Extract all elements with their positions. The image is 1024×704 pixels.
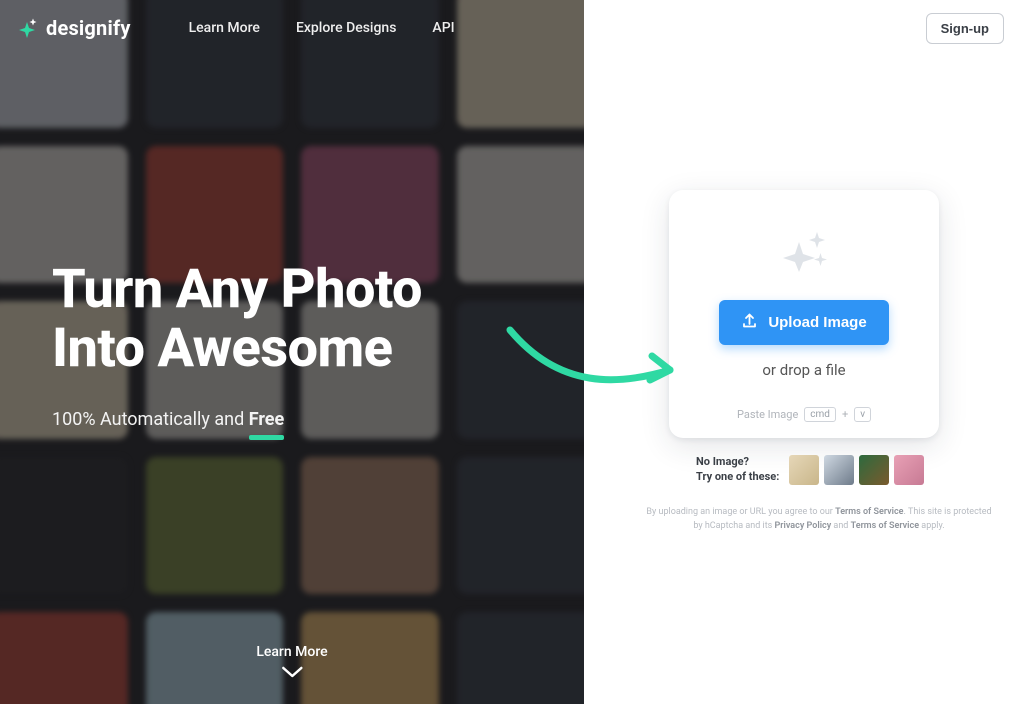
upload-image-button[interactable]: Upload Image [719,300,888,345]
learn-more-label: Learn More [256,644,327,660]
sample-thumb[interactable] [859,455,889,485]
nav-explore-designs[interactable]: Explore Designs [296,20,396,36]
header: designify Learn More Explore Designs API… [0,0,1024,56]
sample-thumb[interactable] [824,455,854,485]
upload-panel: Upload Image or drop a file Paste Image … [584,0,1024,704]
legal-text: By uploading an image or URL you agree t… [646,507,835,517]
sample-line2: Try one of these: [696,470,779,485]
paste-image-hint: Paste Image cmd + v [737,407,871,422]
legal-footer: By uploading an image or URL you agree t… [644,506,994,533]
chevron-down-icon [256,666,327,684]
hero-sub-free: Free [249,409,285,430]
hero-sub-prefix: 100% Automatically and [52,409,249,430]
sparkle-icon [775,226,833,278]
logo-text: designify [46,16,131,40]
hero-title-line2: Into Awesome [52,317,392,380]
link-terms-of-service[interactable]: Terms of Service [851,521,919,531]
upload-icon [741,312,758,333]
hero-panel: Turn Any Photo Into Awesome 100% Automat… [0,0,584,704]
upload-card[interactable]: Upload Image or drop a file Paste Image … [669,190,939,438]
legal-text: apply. [919,521,945,531]
sample-thumb[interactable] [894,455,924,485]
sample-thumbs [789,455,924,485]
kbd-v: v [854,407,871,422]
logo-sparkle-icon [16,17,38,39]
sample-images-row: No Image? Try one of these: [696,455,926,485]
hero-title-line1: Turn Any Photo [52,258,422,321]
sample-line1: No Image? [696,455,779,470]
nav-api[interactable]: API [432,20,454,36]
paste-label: Paste Image [737,408,798,421]
app-root: Turn Any Photo Into Awesome 100% Automat… [0,0,1024,704]
hero-subtitle: 100% Automatically and Free [52,409,560,430]
nav-learn-more[interactable]: Learn More [189,20,260,36]
legal-text: and [831,521,850,531]
link-privacy-policy[interactable]: Privacy Policy [775,521,832,531]
sample-images-text: No Image? Try one of these: [696,455,779,485]
link-terms-of-service[interactable]: Terms of Service [835,507,903,517]
kbd-cmd: cmd [804,407,836,422]
sample-thumb[interactable] [789,455,819,485]
hero-copy: Turn Any Photo Into Awesome 100% Automat… [52,260,560,430]
learn-more-scroll[interactable]: Learn More [256,644,327,684]
hero-title: Turn Any Photo Into Awesome [52,260,560,379]
drop-file-text: or drop a file [762,361,845,379]
kbd-plus: + [842,408,848,421]
logo[interactable]: designify [16,16,131,40]
top-nav: Learn More Explore Designs API [189,20,455,36]
upload-button-label: Upload Image [768,314,866,331]
signup-button[interactable]: Sign-up [926,13,1004,44]
